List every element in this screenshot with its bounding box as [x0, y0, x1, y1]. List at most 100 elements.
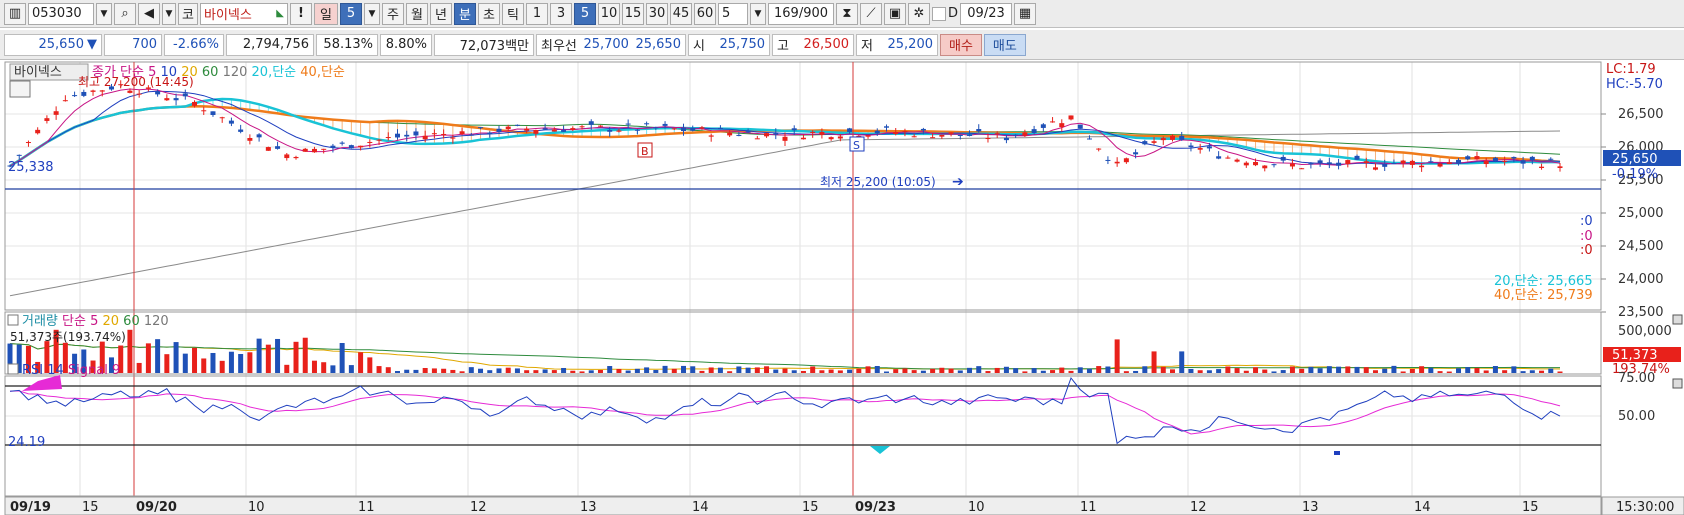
period-day-button[interactable]: 일: [314, 2, 338, 25]
rsi-panel-icon[interactable]: [7, 363, 19, 375]
price-tick: 26,500: [1618, 107, 1664, 122]
buy-button[interactable]: 매수: [940, 33, 982, 56]
rsi-close-icon[interactable]: [1672, 378, 1683, 389]
calendar-icon[interactable]: ▦: [1014, 2, 1037, 25]
candle-body: [717, 127, 723, 129]
volume-bar: [1317, 368, 1323, 373]
candle-body: [874, 130, 880, 134]
candle-type-icon[interactable]: ⧗: [836, 2, 858, 25]
volume-bar: [311, 360, 317, 373]
volume-bar: [127, 329, 133, 373]
candle-body: [1308, 163, 1314, 165]
candle-body: [1419, 165, 1425, 168]
candle-body: [1437, 163, 1443, 167]
candle-body: [385, 137, 391, 139]
time-label: 10: [968, 500, 985, 515]
interval-select[interactable]: 5: [718, 2, 748, 25]
candle-body: [1299, 168, 1305, 170]
interval-45-button[interactable]: 45: [670, 2, 692, 25]
volume-close-icon[interactable]: [1672, 314, 1683, 325]
sound-dropdown-icon[interactable]: ▼: [162, 2, 176, 25]
sound-icon[interactable]: ◀: [138, 2, 160, 25]
price-tick: 25,000: [1618, 206, 1664, 221]
interval-3-button[interactable]: 3: [550, 2, 572, 25]
period-minute-button[interactable]: 분: [454, 2, 476, 25]
date-input[interactable]: 09/23: [960, 2, 1013, 25]
volume-bar: [1133, 370, 1139, 373]
volume-bar: [1539, 370, 1545, 373]
bar-count-field[interactable]: 169/900: [768, 2, 834, 25]
interval-30-button[interactable]: 30: [646, 2, 668, 25]
interval-60-button[interactable]: 60: [694, 2, 716, 25]
layout-icon[interactable]: ▥: [4, 2, 26, 25]
code-dropdown-icon[interactable]: ▼: [96, 2, 112, 25]
volume-bar: [321, 362, 327, 373]
candle-body: [422, 135, 428, 140]
date-checkbox[interactable]: [932, 6, 946, 21]
interval-1-button[interactable]: 1: [526, 2, 548, 25]
period-month-button[interactable]: 월: [406, 2, 428, 25]
volume-bar: [514, 368, 520, 373]
stock-code-input[interactable]: 053030: [28, 2, 94, 25]
candle-body: [1326, 162, 1332, 165]
period-tick-button[interactable]: 틱: [502, 2, 524, 25]
volume-bar: [800, 370, 806, 373]
search-icon[interactable]: ⌕: [114, 2, 136, 25]
interval-15-button[interactable]: 15: [622, 2, 644, 25]
sell-button[interactable]: 매도: [983, 33, 1026, 56]
candle-body: [1363, 161, 1369, 164]
interval-10-button[interactable]: 10: [598, 2, 620, 25]
candle-body: [201, 110, 207, 112]
volume-bar: [939, 367, 945, 373]
rsi-tick-75: 75.00: [1618, 371, 1655, 386]
candle-body: [883, 126, 889, 128]
volume-bar: [367, 357, 373, 373]
colon-value-3: :0: [1580, 243, 1593, 258]
volume-bar: [210, 352, 216, 373]
volume-bar: [468, 367, 474, 373]
grid-toggle-icon[interactable]: [9, 80, 31, 98]
volume-bar: [994, 367, 1000, 373]
rsi-mark: [1334, 451, 1340, 455]
time-label: 12: [1190, 500, 1207, 515]
candle-body: [1105, 159, 1111, 161]
volume-bar: [1308, 366, 1314, 373]
period-year-button[interactable]: 년: [430, 2, 452, 25]
period-num-button[interactable]: 5: [340, 2, 362, 25]
volume-panel-icon[interactable]: [7, 314, 19, 326]
market-badge[interactable]: 코: [178, 2, 198, 25]
interval-5-button[interactable]: 5: [574, 2, 596, 25]
volume-bar: [1289, 366, 1295, 373]
period-week-button[interactable]: 주: [382, 2, 404, 25]
draw-tool-icon[interactable]: ⟋: [860, 2, 882, 25]
volume-bar: [1391, 365, 1397, 373]
volume-bar: [164, 354, 170, 373]
volume-bar: [182, 353, 188, 373]
candle-body: [1253, 161, 1259, 166]
volume-bar: [1216, 369, 1222, 373]
interval-dropdown-icon[interactable]: ▼: [750, 2, 766, 25]
chart-canvas[interactable]: 바이넥스 종가 단순 5 10 20 60 120 20,단순 40,단순 최고…: [0, 61, 1684, 515]
volume-bar: [505, 367, 511, 373]
volume-bar: [441, 368, 447, 373]
volume-bar: [1114, 339, 1120, 373]
volume-bar: [1437, 371, 1443, 373]
candle-body: [478, 127, 484, 129]
candle-body: [1133, 152, 1139, 155]
alert-button[interactable]: !: [290, 2, 312, 25]
volume-bar: [1003, 366, 1009, 373]
candle-body: [985, 138, 991, 140]
stock-name-field[interactable]: 바이넥스 ◣: [200, 2, 288, 25]
save-icon[interactable]: ▣: [884, 2, 906, 25]
volume-bar: [145, 343, 151, 373]
period-dropdown-icon[interactable]: ▼: [364, 2, 380, 25]
volume-bar: [1151, 351, 1157, 373]
high-note: 최고 27,200 (14:45): [78, 75, 194, 89]
volume-bar: [1206, 370, 1212, 373]
candle-body: [1151, 141, 1157, 143]
candle-body: [828, 137, 834, 140]
gear-icon[interactable]: ✲: [908, 2, 930, 25]
candle-body: [228, 120, 234, 124]
volume-bar: [256, 338, 262, 373]
period-second-button[interactable]: 초: [478, 2, 500, 25]
